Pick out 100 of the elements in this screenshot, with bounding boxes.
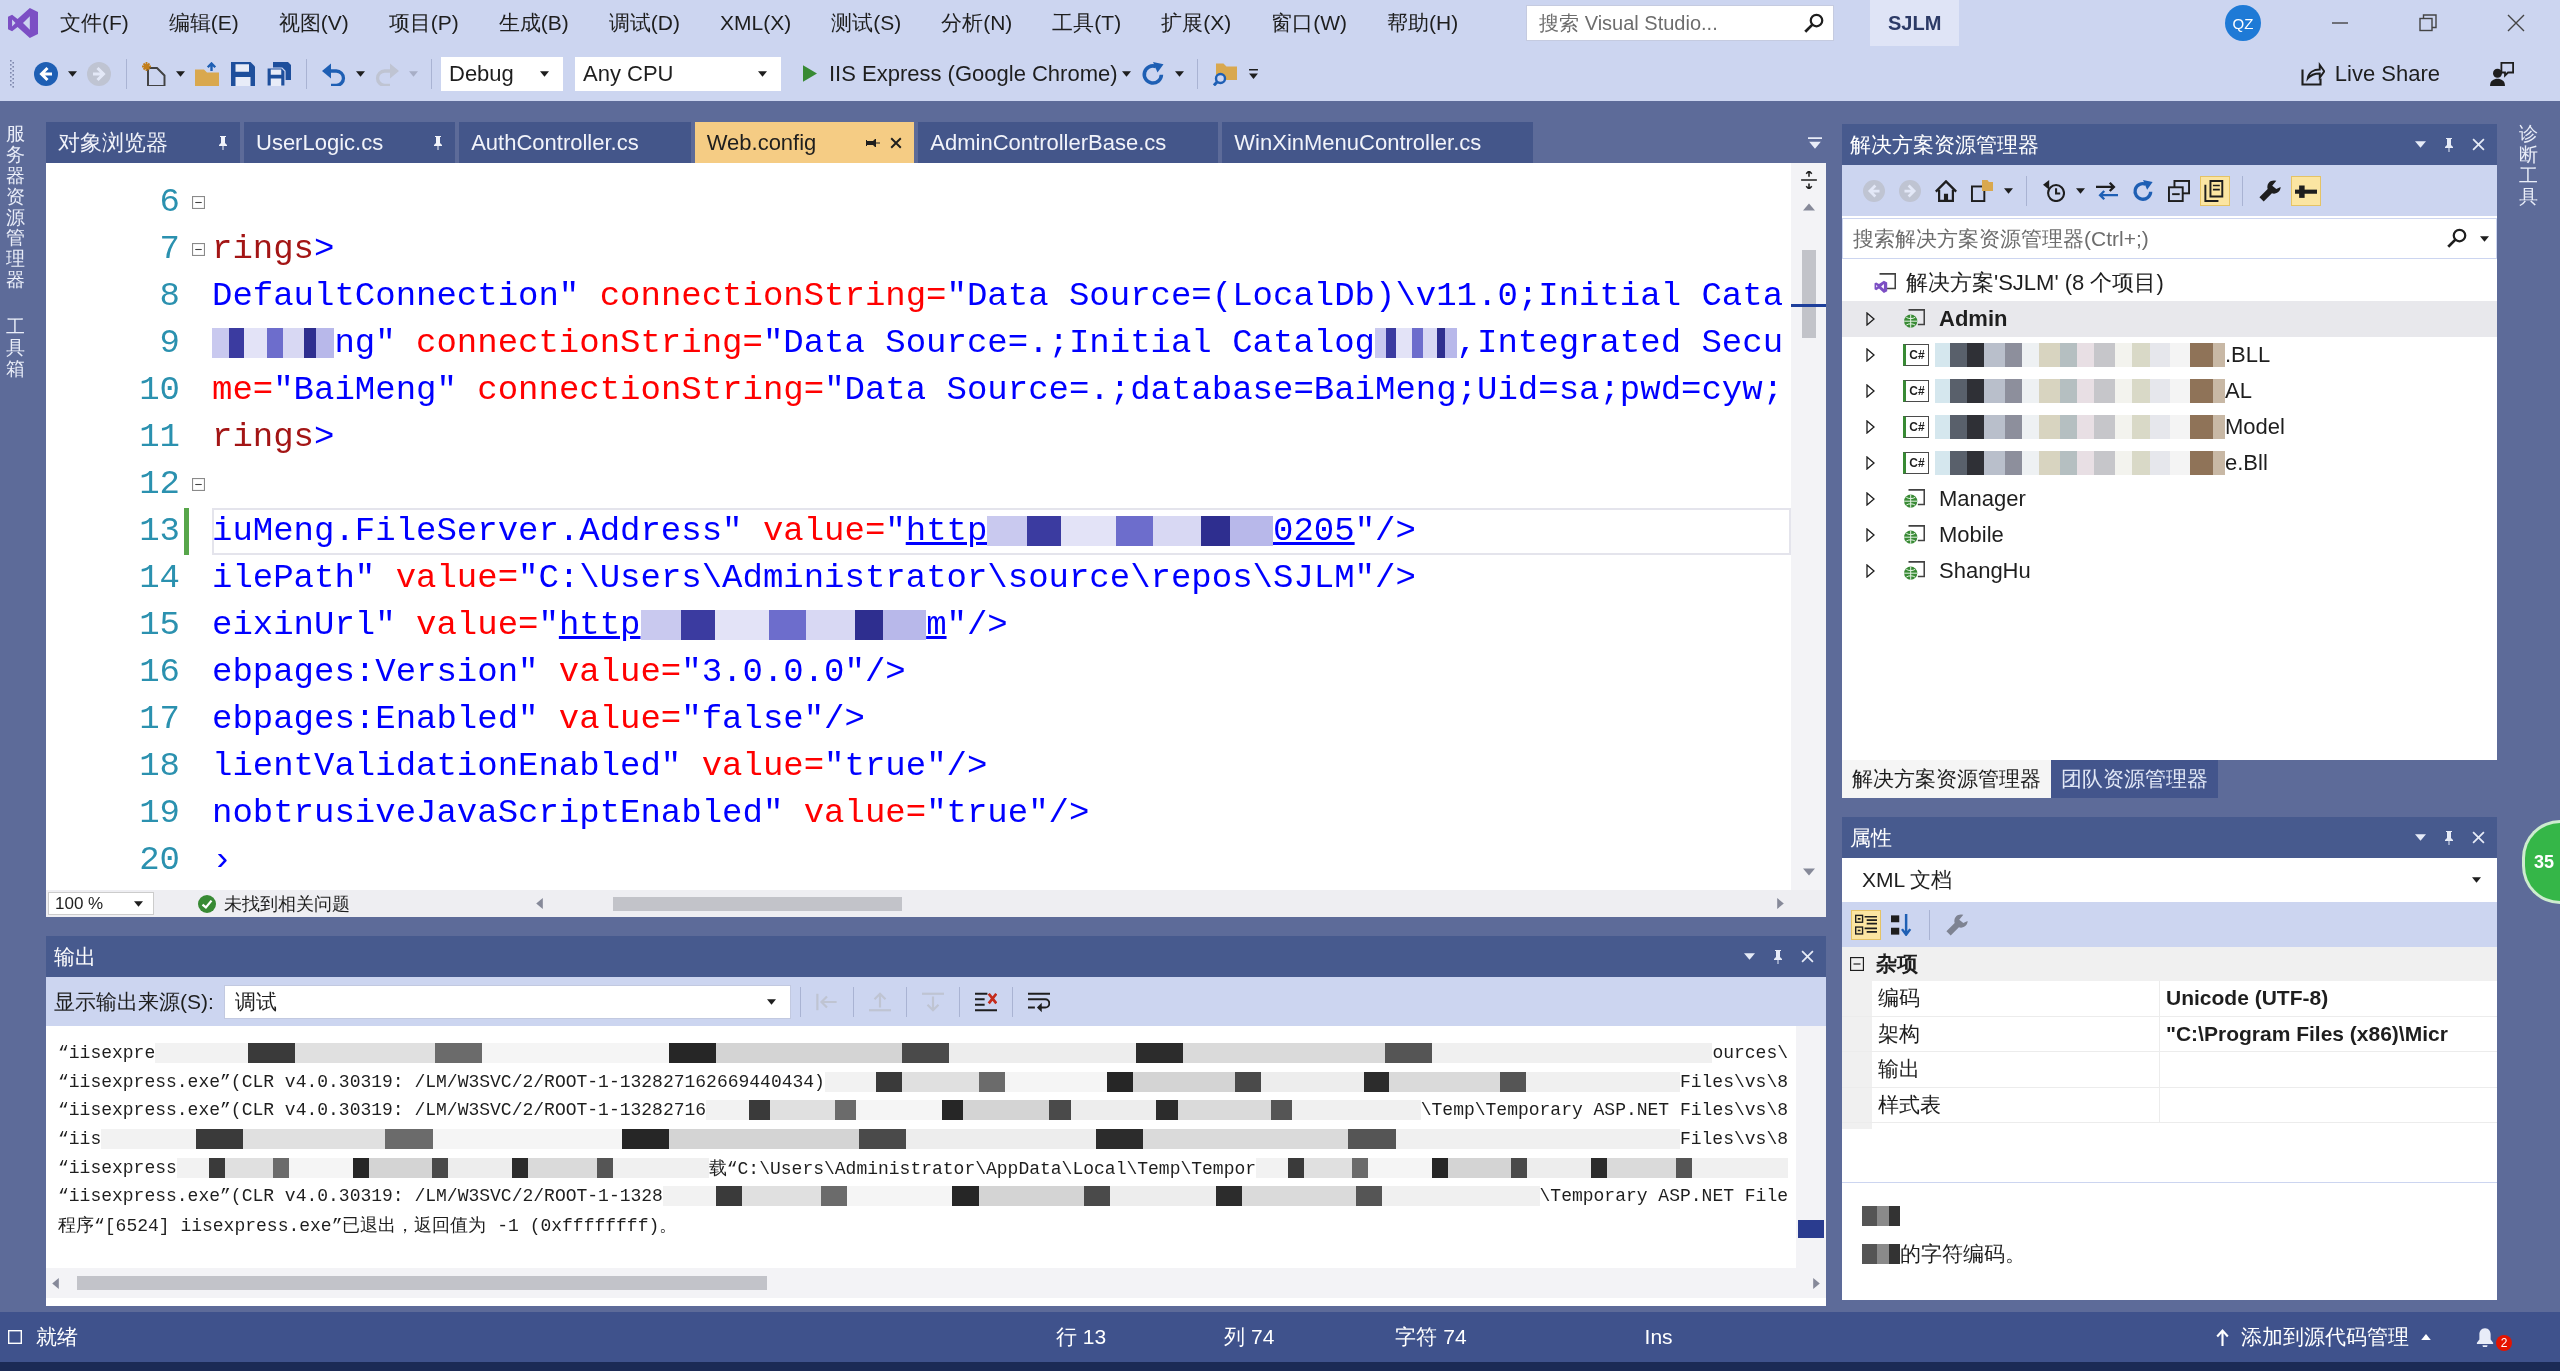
live-share-button[interactable]: Live Share — [2300, 60, 2440, 87]
expand-arrow-icon[interactable] — [1866, 384, 1875, 398]
save-all-icon[interactable] — [267, 61, 291, 86]
feedback-icon[interactable] — [2490, 61, 2514, 86]
vertical-scrollbar[interactable] — [1791, 163, 1826, 890]
property-name[interactable]: 编码 — [1878, 984, 1920, 1013]
scrollbar-thumb[interactable] — [1798, 1220, 1824, 1238]
drag-handle-icon[interactable] — [10, 59, 14, 88]
show-all-files-icon[interactable] — [2200, 175, 2230, 206]
refresh-icon[interactable] — [1140, 61, 1165, 86]
search-icon[interactable] — [2447, 228, 2467, 248]
scroll-right-icon[interactable] — [1777, 898, 1784, 909]
pin-icon[interactable] — [866, 137, 881, 148]
document-tab[interactable]: Web.config — [694, 122, 915, 163]
close-icon[interactable] — [2507, 14, 2525, 32]
caret-icon[interactable] — [176, 70, 185, 77]
pin-icon[interactable] — [2444, 830, 2454, 845]
menu-item[interactable]: 生成(B) — [478, 0, 589, 46]
categorized-view-icon[interactable] — [1851, 910, 1881, 940]
panel-tab[interactable]: 团队资源管理器 — [2051, 760, 2218, 798]
restore-icon[interactable] — [2419, 14, 2437, 32]
project-node[interactable]: ShangHu — [1842, 553, 2497, 589]
menu-item[interactable]: 视图(V) — [258, 0, 369, 46]
scrollbar-thumb[interactable] — [613, 896, 902, 911]
side-tab[interactable]: 工具箱 — [6, 317, 25, 380]
expand-arrow-icon[interactable] — [1866, 348, 1875, 362]
property-name[interactable]: 架构 — [1878, 1019, 1920, 1048]
menu-item[interactable]: 调试(D) — [588, 0, 700, 46]
pin-icon[interactable] — [2444, 137, 2454, 152]
project-node[interactable]: Manager — [1842, 481, 2497, 517]
collapse-icon[interactable] — [192, 243, 205, 256]
expand-arrow-icon[interactable] — [1866, 456, 1875, 470]
horizontal-scrollbar[interactable] — [46, 1268, 1826, 1298]
window-menu-icon[interactable] — [2415, 141, 2426, 148]
caret-icon[interactable] — [2076, 187, 2085, 194]
document-tab[interactable]: UserLogic.cs — [244, 122, 456, 163]
caret-icon[interactable] — [2004, 187, 2013, 194]
code-editor[interactable] — [46, 163, 1826, 890]
scroll-down-icon[interactable] — [1802, 868, 1815, 876]
expand-arrow-icon[interactable] — [1866, 528, 1875, 542]
issues-status[interactable]: 未找到相关问题 — [224, 891, 350, 916]
menu-item[interactable]: 编辑(E) — [148, 0, 259, 46]
menu-item[interactable]: 帮助(H) — [1366, 0, 1479, 46]
open-folder-icon[interactable] — [195, 61, 219, 86]
word-wrap-icon[interactable] — [1027, 990, 1050, 1013]
document-tab[interactable]: WinXinMenuController.cs — [1222, 122, 1534, 163]
close-icon[interactable] — [890, 136, 903, 149]
bell-icon[interactable] — [2475, 1327, 2495, 1347]
source-dropdown[interactable]: 调试 — [223, 984, 791, 1019]
split-window-icon[interactable] — [1800, 171, 1817, 189]
collapse-icon[interactable] — [1850, 957, 1864, 971]
expand-arrow-icon[interactable] — [1866, 312, 1875, 326]
document-tab[interactable]: AuthController.cs — [459, 122, 691, 163]
source-control-button[interactable]: 添加到源代码管理 — [2216, 1323, 2431, 1351]
scroll-up-icon[interactable] — [1802, 203, 1815, 211]
project-node[interactable]: C# Model — [1842, 409, 2497, 445]
expand-arrow-icon[interactable] — [1866, 564, 1875, 578]
scroll-left-icon[interactable] — [536, 898, 543, 909]
side-tab[interactable]: 诊断工具 — [2519, 124, 2538, 208]
menu-item[interactable]: 分析(N) — [921, 0, 1033, 46]
output-window-icon[interactable] — [8, 1330, 22, 1344]
toolbar-overflow-icon[interactable] — [1248, 68, 1258, 79]
project-node[interactable]: Admin — [1842, 301, 2497, 337]
document-tab[interactable]: 对象浏览器 — [46, 122, 240, 163]
project-node[interactable]: Mobile — [1842, 517, 2497, 553]
document-tab[interactable]: AdminControllerBase.cs — [918, 122, 1219, 163]
side-tab[interactable]: 服务器资源管理器 — [6, 124, 25, 292]
save-icon[interactable] — [231, 61, 255, 86]
menu-item[interactable]: 工具(T) — [1032, 0, 1142, 46]
account-avatar[interactable]: QZ — [2225, 5, 2261, 41]
caret-icon[interactable] — [68, 70, 77, 77]
caret-icon[interactable] — [1121, 70, 1131, 77]
window-menu-icon[interactable] — [1744, 953, 1755, 960]
project-node[interactable]: C# AL — [1842, 373, 2497, 409]
solution-node[interactable]: 解决方案'SJLM' (8 个项目) — [1842, 265, 2497, 301]
caret-icon[interactable] — [356, 70, 365, 77]
expand-arrow-icon[interactable] — [1866, 420, 1875, 434]
panel-tab[interactable]: 解决方案资源管理器 — [1842, 760, 2051, 798]
menu-item[interactable]: 窗口(W) — [1251, 0, 1367, 46]
tab-list-icon[interactable] — [1808, 136, 1822, 149]
menu-item[interactable]: 文件(F) — [40, 0, 149, 46]
scrollbar-thumb[interactable] — [77, 1276, 767, 1290]
menu-item[interactable]: 测试(S) — [811, 0, 922, 46]
zoom-dropdown[interactable]: 100 % — [48, 892, 154, 915]
search-field[interactable]: 搜索解决方案资源管理器(Ctrl+;) — [1842, 218, 2497, 259]
vertical-scrollbar[interactable] — [1796, 1026, 1826, 1268]
property-name[interactable]: 样式表 — [1878, 1090, 1941, 1119]
project-node[interactable]: C# .BLL — [1842, 337, 2497, 373]
back-icon[interactable] — [34, 61, 58, 86]
scroll-right-icon[interactable] — [1813, 1277, 1820, 1289]
scrollbar-thumb[interactable] — [1801, 250, 1816, 338]
expand-arrow-icon[interactable] — [1866, 492, 1875, 506]
clear-all-icon[interactable] — [974, 990, 997, 1013]
new-file-icon[interactable] — [142, 61, 166, 86]
pin-icon[interactable] — [433, 135, 444, 150]
collapse-icon[interactable] — [192, 196, 205, 209]
configuration-dropdown[interactable]: Debug — [441, 56, 563, 91]
pin-icon[interactable] — [218, 135, 228, 150]
run-button[interactable]: IIS Express (Google Chrome) — [793, 56, 1118, 91]
platform-dropdown[interactable]: Any CPU — [575, 56, 781, 91]
